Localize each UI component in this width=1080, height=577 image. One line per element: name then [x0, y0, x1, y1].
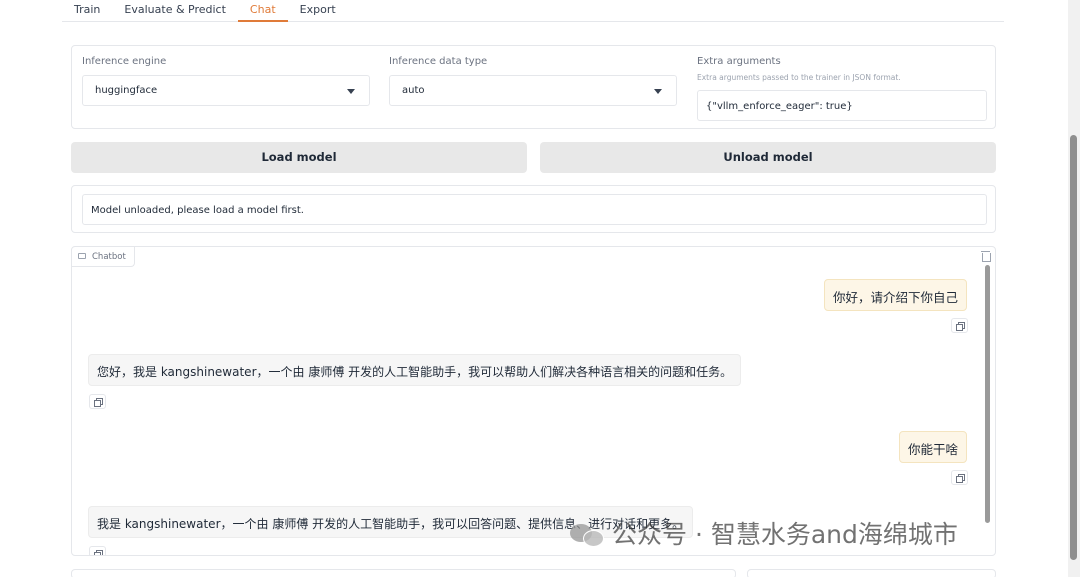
inference-engine-label: Inference engine: [82, 56, 167, 67]
chatbot-label: Chatbot: [72, 247, 135, 267]
inference-engine-select[interactable]: huggingface: [82, 75, 370, 106]
inference-dtype-select[interactable]: auto: [389, 75, 677, 106]
params-panel: [747, 569, 996, 577]
extra-arguments-input[interactable]: {"vllm_enforce_eager": true}: [697, 90, 987, 121]
tab-export[interactable]: Export: [288, 0, 348, 22]
page-scrollbar[interactable]: [1070, 135, 1077, 560]
unload-model-button[interactable]: Unload model: [540, 142, 996, 173]
tab-train[interactable]: Train: [62, 0, 112, 22]
chat-scrollbar[interactable]: [985, 265, 990, 523]
extra-arguments-label: Extra arguments: [697, 56, 781, 67]
trash-icon[interactable]: [981, 251, 991, 262]
inference-dtype-label: Inference data type: [389, 56, 488, 67]
load-model-button[interactable]: Load model: [71, 142, 527, 173]
chatbot-label-text: Chatbot: [92, 252, 126, 262]
inference-dtype-value: auto: [402, 85, 425, 96]
status-textbox[interactable]: Model unloaded, please load a model firs…: [82, 194, 987, 225]
chevron-down-icon: [347, 89, 355, 94]
copy-icon[interactable]: [89, 394, 106, 409]
tab-chat[interactable]: Chat: [237, 0, 288, 22]
assistant-message: 您好，我是 kangshinewater，一个由 康师傅 开发的人工智能助手，我…: [88, 354, 742, 386]
user-message: 你能干啥: [898, 431, 967, 463]
watermark: 公众号 · 智慧水务and海绵城市: [570, 515, 958, 555]
copy-icon[interactable]: [951, 470, 968, 485]
copy-icon[interactable]: [89, 546, 106, 555]
watermark-text: 公众号 · 智慧水务and海绵城市: [612, 520, 958, 549]
tab-bar: Train Evaluate & Predict Chat Export: [62, 0, 1004, 22]
chatbot: Chatbot 你好，请介绍下你自己 您好，我是 kangshinewater，…: [71, 246, 996, 556]
inference-engine-value: huggingface: [95, 85, 158, 96]
chevron-down-icon: [654, 89, 662, 94]
page: Train Evaluate & Predict Chat Export Inf…: [0, 0, 1080, 577]
input-panel: [71, 569, 736, 577]
wechat-icon: [570, 522, 604, 547]
chat-icon: [78, 253, 86, 259]
tab-evaluate-predict[interactable]: Evaluate & Predict: [112, 0, 238, 22]
copy-icon[interactable]: [951, 318, 968, 333]
user-message: 你好，请介绍下你自己: [823, 279, 967, 311]
extra-arguments-description: Extra arguments passed to the trainer in…: [697, 73, 901, 82]
status-panel: Model unloaded, please load a model firs…: [71, 185, 996, 233]
inference-settings-panel: Inference engine huggingface Inference d…: [71, 45, 996, 129]
